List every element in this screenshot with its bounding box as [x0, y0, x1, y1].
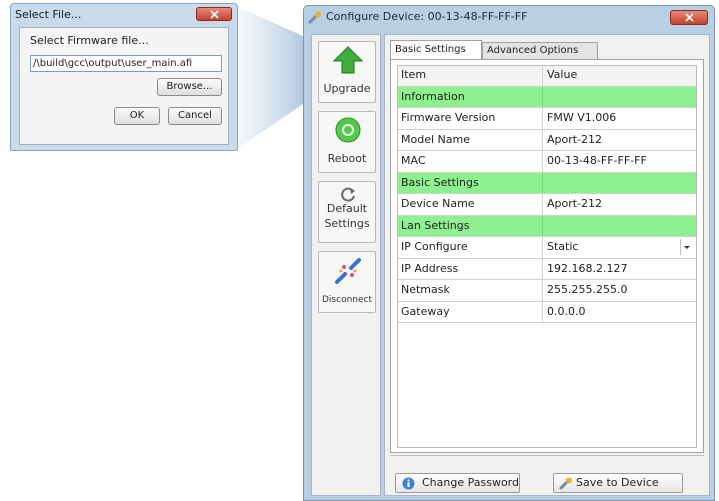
dialog-body: Select Firmware file... /\build\gcc\outp… — [19, 27, 229, 145]
disconnect-label: Disconnect — [322, 295, 372, 305]
change-password-label: Change Password — [422, 476, 519, 489]
wrench-icon — [559, 477, 572, 490]
cancel-button[interactable]: Cancel — [168, 107, 222, 125]
table-row: MAC 00-13-48-FF-FF-FF — [397, 151, 697, 173]
header-item: Item — [397, 65, 543, 86]
reboot-icon — [335, 117, 361, 143]
settings-table: Item Value Information Firmware Version … — [397, 65, 697, 323]
section-label: Lan Settings — [397, 215, 543, 236]
disconnect-button[interactable]: Disconnect — [318, 251, 376, 313]
wrench-icon — [308, 11, 321, 24]
configure-device-window: Configure Device: 00-13-48-FF-FF-FF Upgr… — [303, 5, 715, 501]
settings-panel: Item Value Information Firmware Version … — [390, 59, 704, 453]
device-name-field[interactable]: Aport-212 — [543, 194, 697, 215]
save-to-device-button[interactable]: Save to Device — [553, 473, 683, 493]
side-toolbar: Upgrade Reboot Default Settings Disconne… — [311, 34, 381, 496]
select-file-dialog: Select File... Select Firmware file... /… — [10, 3, 238, 151]
ip-configure-value: Static — [547, 240, 579, 253]
close-icon — [685, 13, 694, 22]
table-row: Model Name Aport-212 — [397, 129, 697, 151]
dialog-close-button[interactable] — [196, 7, 232, 21]
firmware-path-input[interactable]: /\build\gcc\output\user_main.afi — [30, 55, 222, 72]
tab-advanced-options[interactable]: Advanced Options — [482, 42, 598, 59]
table-row: Gateway 0.0.0.0 — [397, 301, 697, 323]
netmask-label: Netmask — [397, 280, 543, 301]
window-close-button[interactable] — [670, 10, 708, 25]
firmware-version-label: Firmware Version — [397, 108, 543, 129]
header-value: Value — [543, 65, 697, 86]
upgrade-arrow-icon — [333, 46, 363, 74]
upgrade-button[interactable]: Upgrade — [318, 41, 376, 103]
refresh-icon — [341, 187, 355, 202]
mac-value: 00-13-48-FF-FF-FF — [547, 154, 647, 167]
section-basic-settings-row: Basic Settings — [397, 172, 697, 194]
model-name-label: Model Name — [397, 129, 543, 150]
window-title: Configure Device: 00-13-48-FF-FF-FF — [326, 10, 528, 23]
mac-label: MAC — [397, 151, 543, 172]
section-information-row: Information — [397, 86, 697, 108]
firmware-file-label: Select Firmware file... — [30, 34, 149, 47]
table-row: Firmware Version FMW V1.006 — [397, 108, 697, 130]
disconnect-icon — [335, 258, 361, 284]
ip-address-label: IP Address — [397, 258, 543, 279]
reboot-button[interactable]: Reboot — [318, 111, 376, 173]
section-lan-settings-row: Lan Settings — [397, 215, 697, 237]
divider — [390, 455, 704, 466]
table-row: Netmask 255.255.255.0 — [397, 280, 697, 302]
reboot-label: Reboot — [327, 152, 367, 165]
settings-label: Settings — [324, 217, 370, 230]
ip-configure-select[interactable]: Static — [543, 237, 697, 258]
content-area: Basic Settings Advanced Options Item Val… — [384, 34, 710, 496]
firmware-version-value: FMW V1.006 — [547, 111, 617, 124]
default-label: Default — [326, 202, 368, 215]
netmask-field[interactable]: 255.255.255.0 — [543, 280, 697, 301]
section-label: Information — [397, 86, 543, 107]
table-row: IP Configure Static — [397, 237, 697, 259]
gateway-field[interactable]: 0.0.0.0 — [543, 302, 697, 323]
model-name-value: Aport-212 — [547, 132, 603, 146]
browse-button[interactable]: Browse... — [157, 78, 222, 96]
tab-basic-settings[interactable]: Basic Settings — [390, 40, 482, 59]
save-to-device-label: Save to Device — [576, 476, 659, 489]
close-icon — [210, 10, 219, 19]
table-row: Device Name Aport-212 — [397, 194, 697, 216]
dropdown-arrow[interactable] — [680, 239, 693, 255]
section-label: Basic Settings — [397, 172, 543, 193]
upgrade-label: Upgrade — [323, 82, 371, 95]
ip-address-field[interactable]: 192.168.2.127 — [543, 259, 697, 280]
gateway-label: Gateway — [397, 301, 543, 322]
chevron-down-icon — [684, 246, 690, 249]
dialog-title: Select File... — [15, 8, 82, 21]
info-icon — [402, 477, 415, 490]
table-header-row: Item Value — [397, 65, 697, 87]
table-row: IP Address 192.168.2.127 — [397, 258, 697, 280]
ip-configure-label: IP Configure — [397, 237, 543, 258]
ok-button[interactable]: OK — [114, 107, 160, 125]
default-settings-button[interactable]: Default Settings — [318, 181, 376, 243]
change-password-button[interactable]: Change Password — [395, 473, 520, 493]
device-name-label: Device Name — [397, 194, 543, 215]
